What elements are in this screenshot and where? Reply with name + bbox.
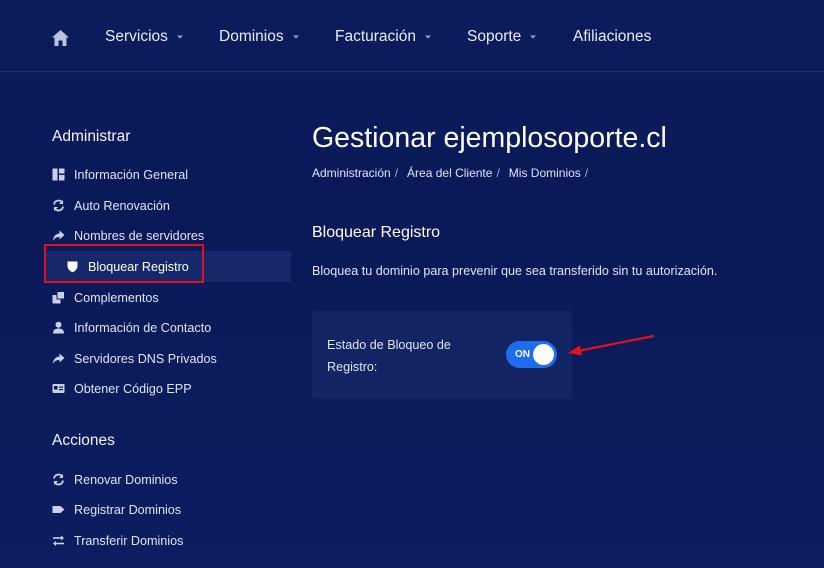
registrar-lock-card: Estado de Bloqueo de Registro: ON: [312, 311, 572, 399]
sidebar-item-nombres-servidores[interactable]: Nombres de servidores: [44, 220, 291, 251]
home-icon[interactable]: [51, 29, 70, 47]
sidebar-item-label: Información de Contacto: [74, 320, 212, 335]
sidebar-item-registrar-dominios[interactable]: Registrar Dominios: [44, 494, 291, 525]
caret-down-icon: [176, 35, 183, 39]
nav-soporte[interactable]: Soporte: [467, 28, 537, 46]
sidebar-item-label: Renovar Dominios: [74, 472, 178, 487]
sidebar-item-informacion-general[interactable]: Información General: [44, 159, 291, 190]
nav-afiliaciones[interactable]: Afiliaciones: [573, 28, 651, 46]
sync-icon: [53, 473, 64, 486]
sidebar-item-label: Nombres de servidores: [74, 228, 205, 243]
nav-servicios[interactable]: Servicios: [105, 28, 184, 46]
share-arrow-icon: [52, 353, 65, 364]
caret-down-icon: [424, 35, 431, 39]
nav-dominios[interactable]: Dominios: [219, 28, 300, 46]
breadcrumb-separator: /: [394, 166, 399, 180]
sidebar-item-transferir-dominios[interactable]: Transferir Dominios: [44, 525, 291, 556]
sidebar-item-codigo-epp[interactable]: Obtener Código EPP: [44, 373, 291, 404]
dashboard-icon: [52, 168, 65, 181]
toggle-state-label: ON: [515, 349, 530, 360]
sidebar-item-renovar-dominios[interactable]: Renovar Dominios: [44, 464, 291, 495]
tag-icon: [52, 506, 65, 513]
nav-label: Afiliaciones: [573, 28, 652, 45]
share-arrow-icon: [52, 230, 65, 241]
annotation-arrow-icon: [568, 334, 655, 356]
breadcrumb: Administración / Área del Cliente / Mis …: [312, 166, 593, 180]
page-title: Gestionar ejemplosoporte.cl: [312, 122, 667, 154]
breadcrumb-administracion[interactable]: Administración: [312, 166, 391, 180]
sidebar-item-label: Obtener Código EPP: [74, 381, 192, 396]
sidebar-item-label: Auto Renovación: [74, 198, 170, 213]
user-icon: [53, 321, 64, 334]
caret-down-icon: [530, 35, 537, 39]
top-navigation: Servicios Dominios Facturación Soporte A…: [0, 0, 824, 72]
nav-label: Facturación: [335, 28, 416, 45]
sidebar-item-informacion-contacto[interactable]: Información de Contacto: [44, 312, 291, 343]
shield-icon: [67, 261, 78, 273]
sidebar-item-label: Información General: [74, 167, 189, 182]
sidebar-item-auto-renovacion[interactable]: Auto Renovación: [44, 190, 291, 221]
sidebar-item-label: Servidores DNS Privados: [74, 351, 217, 366]
sidebar-heading-administrar: Administrar: [52, 128, 131, 145]
id-card-icon: [52, 384, 65, 393]
sidebar-item-label: Complementos: [74, 290, 159, 305]
sidebar-item-servidores-dns[interactable]: Servidores DNS Privados: [44, 343, 291, 374]
cubes-icon: [52, 291, 65, 304]
sidebar-item-label: Registrar Dominios: [74, 502, 182, 517]
breadcrumb-separator: /: [496, 166, 500, 180]
breadcrumb-mis-dominios[interactable]: Mis Dominios: [509, 166, 581, 180]
section-title: Bloquear Registro: [312, 224, 441, 241]
sidebar-item-bloquear-registro[interactable]: Bloquear Registro: [44, 251, 291, 282]
nav-label: Dominios: [219, 28, 284, 45]
nav-facturacion[interactable]: Facturación: [335, 28, 432, 46]
nav-label: Soporte: [467, 28, 522, 45]
sidebar-item-complementos[interactable]: Complementos: [44, 282, 291, 313]
sidebar-item-label: Bloquear Registro: [88, 259, 189, 274]
breadcrumb-separator: /: [584, 166, 589, 180]
sidebar-heading-acciones: Acciones: [52, 432, 115, 449]
caret-down-icon: [292, 35, 299, 39]
toggle-knob: [533, 344, 554, 365]
breadcrumb-area-cliente[interactable]: Área del Cliente: [407, 166, 492, 180]
nav-label: Servicios: [105, 28, 168, 45]
section-description: Bloquea tu dominio para prevenir que sea…: [312, 264, 718, 278]
exchange-icon: [53, 535, 64, 546]
sync-icon: [53, 199, 64, 212]
registrar-lock-toggle[interactable]: ON: [506, 341, 557, 368]
sidebar-item-label: Transferir Dominios: [74, 533, 184, 548]
lock-status-label: Estado de Bloqueo de Registro:: [327, 338, 451, 374]
